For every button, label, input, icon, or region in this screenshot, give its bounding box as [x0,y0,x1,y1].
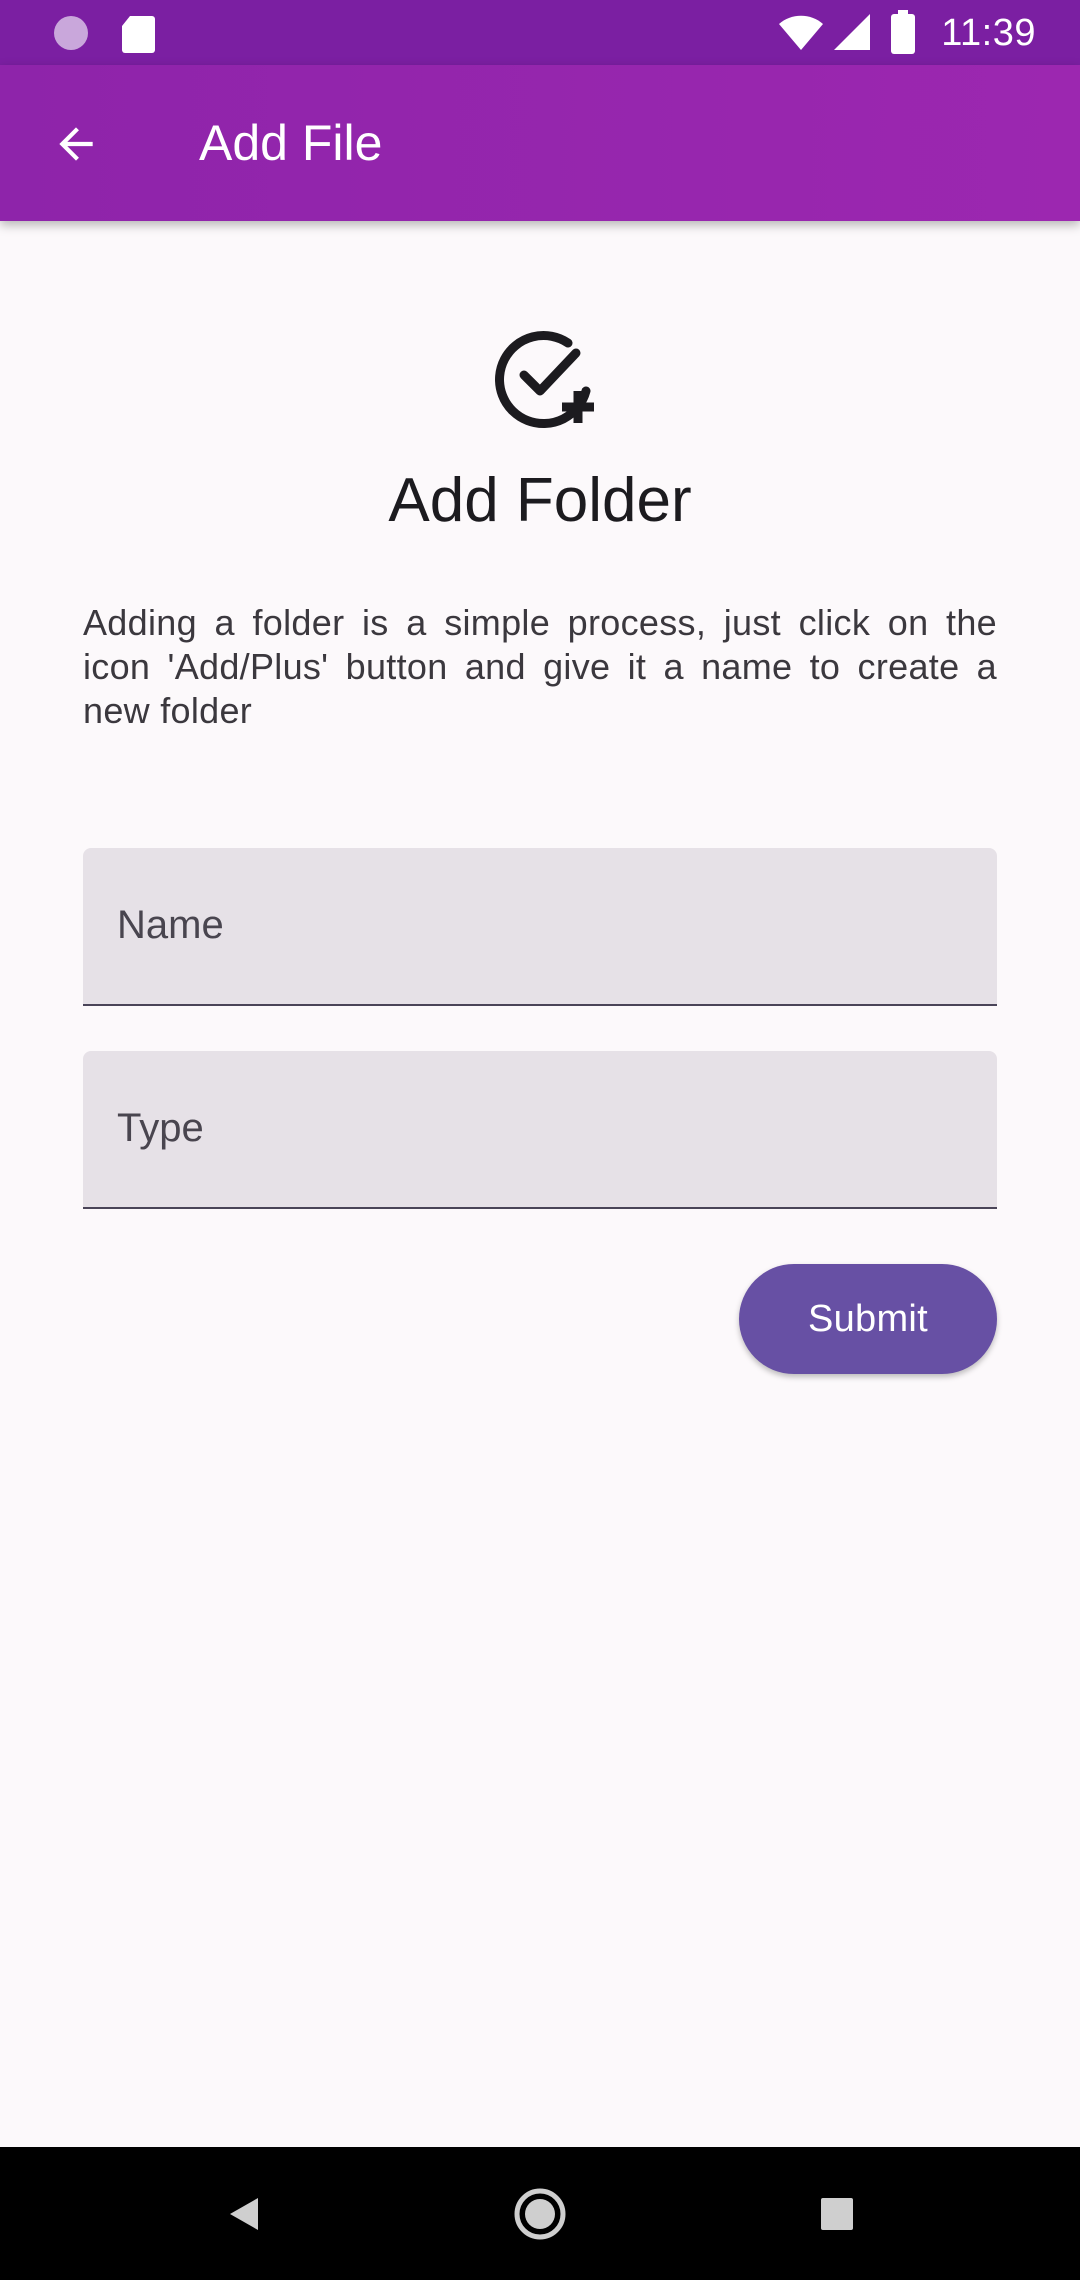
sd-card-icon [122,16,155,53]
arrow-back-icon [59,127,93,161]
status-time: 11:39 [941,12,1036,54]
wifi-icon [779,15,823,50]
submit-button[interactable]: Submit [739,1264,997,1374]
back-button[interactable] [40,108,112,180]
notification-dot-icon [54,16,88,50]
status-bar: 11:39 [0,0,1080,65]
check-circle-plus-icon [495,331,594,429]
recents-square-icon [821,2198,853,2230]
cell-signal-icon [834,14,870,50]
nav-back-button[interactable] [207,2177,281,2251]
type-field[interactable]: Type [83,1051,997,1209]
nav-recents-button[interactable] [800,2177,874,2251]
description-text: Adding a folder is a simple process, jus… [83,602,997,731]
name-field-label: Name [117,903,224,947]
navigation-bar [0,2147,1080,2280]
back-triangle-icon [230,2198,258,2230]
type-field-label: Type [117,1106,204,1150]
home-circle-icon [514,2188,566,2240]
page-heading: Add Folder [388,466,692,535]
nav-home-button[interactable] [503,2177,577,2251]
battery-icon [891,10,915,54]
app-title: Add File [199,115,383,171]
app-bar: Add File [0,65,1080,221]
name-field[interactable]: Name [83,848,997,1006]
